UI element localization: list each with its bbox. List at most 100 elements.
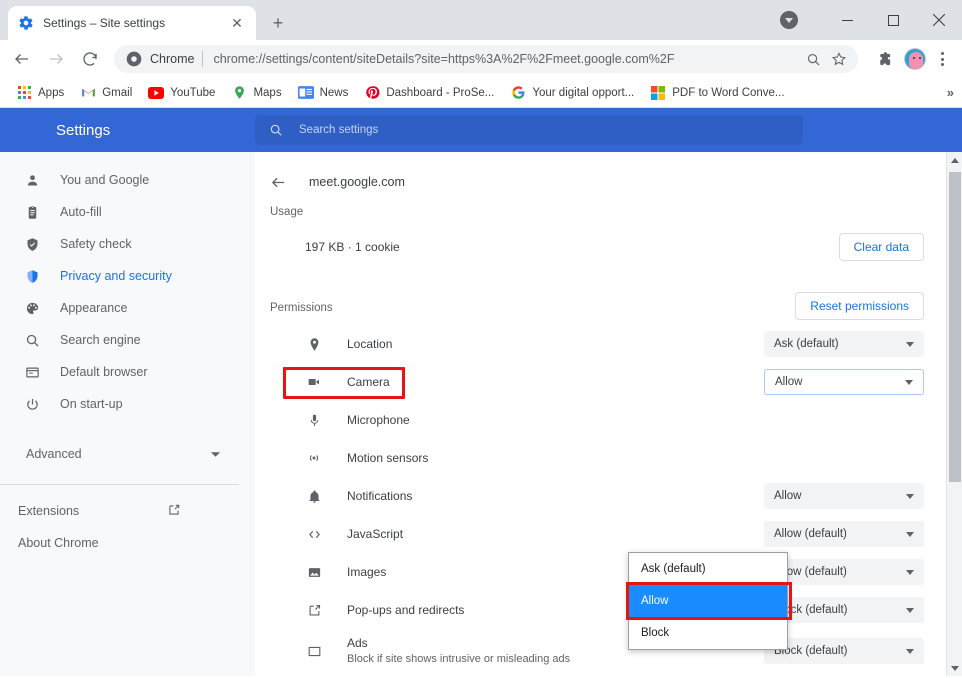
permission-select-javascript[interactable]: Allow (default) — [764, 521, 924, 547]
scroll-up-arrow-icon[interactable] — [947, 152, 962, 168]
bookmark-label: Apps — [38, 87, 64, 99]
dropdown-option-block[interactable]: Block — [629, 617, 787, 649]
bookmarks-overflow-icon[interactable]: » — [947, 85, 954, 100]
permission-select-popups[interactable]: Block (default) — [764, 597, 924, 623]
image-icon — [305, 565, 323, 580]
permission-value: Allow (default) — [774, 566, 906, 578]
puzzle-piece-icon[interactable] — [870, 45, 898, 73]
permission-name-wrap: Motion sensors — [347, 451, 924, 466]
permission-name: JavaScript — [347, 527, 764, 542]
address-bar[interactable]: Chrome chrome://settings/content/siteDet… — [114, 45, 858, 73]
settings-sidebar: You and Google Auto-fill Safety check — [0, 152, 255, 676]
reload-icon[interactable] — [76, 45, 104, 73]
scroll-down-arrow-icon[interactable] — [947, 660, 962, 676]
reset-permissions-button[interactable]: Reset permissions — [795, 292, 924, 320]
motion-sensor-icon — [305, 450, 323, 466]
sidebar-item-default-browser[interactable]: Default browser — [0, 356, 255, 388]
profile-avatar[interactable] — [904, 48, 926, 70]
permission-value: Allow — [774, 490, 906, 502]
scrollbar-track[interactable] — [947, 168, 962, 660]
content-scrollbar[interactable] — [946, 152, 962, 676]
permission-value: Block (default) — [774, 645, 906, 657]
permissions-header: Permissions Reset permissions — [256, 291, 962, 321]
three-dot-menu-icon[interactable] — [930, 45, 954, 73]
sidebar-item-you-and-google[interactable]: You and Google — [0, 164, 255, 196]
permission-row-images: Images Allow (default) — [256, 553, 962, 591]
bookmark-gmail[interactable]: Gmail — [72, 82, 140, 104]
minimize-button[interactable] — [824, 0, 870, 40]
permission-select-images[interactable]: Allow (default) — [764, 559, 924, 585]
chevron-down-icon — [906, 649, 914, 654]
search-zoom-icon[interactable] — [800, 46, 826, 72]
sidebar-item-label: Extensions — [18, 504, 79, 518]
bookmark-maps[interactable]: Maps — [223, 82, 289, 104]
back-arrow-icon[interactable] — [270, 174, 287, 191]
omnibox-url[interactable]: chrome://settings/content/siteDetails?si… — [213, 52, 800, 66]
bookmark-apps[interactable]: Apps — [8, 82, 72, 104]
tab-strip: Settings – Site settings ✕ + — [0, 0, 962, 40]
bookmark-news[interactable]: News — [290, 82, 357, 104]
sidebar-item-on-start-up[interactable]: On start-up — [0, 388, 255, 420]
bookmark-label: Your digital opport... — [532, 87, 634, 99]
bookmark-your-digital-opportunity[interactable]: Your digital opport... — [502, 82, 642, 104]
camera-permission-dropdown[interactable]: Ask (default) Allow Block — [628, 552, 788, 650]
google-g-icon — [510, 85, 526, 101]
sidebar-item-extensions[interactable]: Extensions — [0, 495, 255, 527]
sidebar-item-label: Safety check — [60, 237, 132, 251]
youtube-icon — [148, 85, 164, 101]
tab-close-icon[interactable]: ✕ — [228, 14, 246, 32]
bookmark-label: Maps — [253, 87, 281, 99]
close-window-button[interactable] — [916, 0, 962, 40]
bookmark-dashboard[interactable]: Dashboard - ProSe... — [356, 82, 502, 104]
sidebar-item-privacy-and-security[interactable]: Privacy and security — [0, 260, 255, 292]
tab-title: Settings – Site settings — [43, 16, 228, 30]
permission-select-ads[interactable]: Block (default) — [764, 638, 924, 664]
site-name: meet.google.com — [309, 175, 405, 189]
bookmark-label: PDF to Word Conve... — [672, 87, 784, 99]
star-icon[interactable] — [826, 46, 852, 72]
permission-row-notifications: Notifications Allow — [256, 477, 962, 515]
permission-row-microphone: Microphone — [256, 401, 962, 439]
power-icon — [22, 397, 42, 412]
sidebar-item-safety-check[interactable]: Safety check — [0, 228, 255, 260]
sidebar-item-about-chrome[interactable]: About Chrome — [0, 527, 255, 559]
search-settings-input[interactable]: Search settings — [255, 115, 803, 145]
dropdown-option-allow[interactable]: Allow — [629, 585, 787, 617]
sidebar-item-search-engine[interactable]: Search engine — [0, 324, 255, 356]
settings-page: Settings Search settings You and Google — [0, 108, 962, 676]
sidebar-item-advanced[interactable]: Advanced — [0, 438, 255, 470]
permission-row-motion-sensors: Motion sensors — [256, 439, 962, 477]
permission-name-wrap: JavaScript — [347, 527, 764, 542]
permission-name-wrap: Notifications — [347, 489, 764, 504]
microsoft-squares-icon — [650, 85, 666, 101]
permission-select-camera[interactable]: Allow — [764, 369, 924, 395]
browser-window: Settings – Site settings ✕ + — [0, 0, 962, 678]
permission-name-wrap: Microphone — [347, 413, 924, 428]
permission-name: Microphone — [347, 413, 924, 428]
back-icon[interactable] — [8, 45, 36, 73]
sidebar-divider — [0, 484, 239, 485]
forward-icon[interactable] — [42, 45, 70, 73]
permission-select-notifications[interactable]: Allow — [764, 483, 924, 509]
permission-value: Allow — [775, 376, 905, 388]
open-in-new-icon — [305, 603, 323, 618]
permission-select-location[interactable]: Ask (default) — [764, 331, 924, 357]
video-camera-icon — [305, 374, 323, 390]
sidebar-item-label: Default browser — [60, 365, 148, 379]
browser-tab-settings[interactable]: Settings – Site settings ✕ — [8, 6, 256, 40]
settings-content: meet.google.com Usage 197 KB · 1 cookie … — [255, 152, 962, 676]
dropdown-option-ask[interactable]: Ask (default) — [629, 553, 787, 585]
new-tab-button[interactable]: + — [264, 9, 292, 37]
palette-icon — [22, 301, 42, 316]
sidebar-item-label: Appearance — [60, 301, 127, 315]
sidebar-item-appearance[interactable]: Appearance — [0, 292, 255, 324]
scrollbar-thumb[interactable] — [949, 172, 961, 482]
maximize-button[interactable] — [870, 0, 916, 40]
bookmark-youtube[interactable]: YouTube — [140, 82, 223, 104]
sidebar-item-auto-fill[interactable]: Auto-fill — [0, 196, 255, 228]
window-dropdown-button[interactable] — [780, 11, 798, 29]
clear-data-button[interactable]: Clear data — [839, 233, 924, 261]
omnibox-separator — [202, 51, 203, 67]
bookmark-pdf-to-word[interactable]: PDF to Word Conve... — [642, 82, 792, 104]
code-brackets-icon — [305, 526, 323, 543]
